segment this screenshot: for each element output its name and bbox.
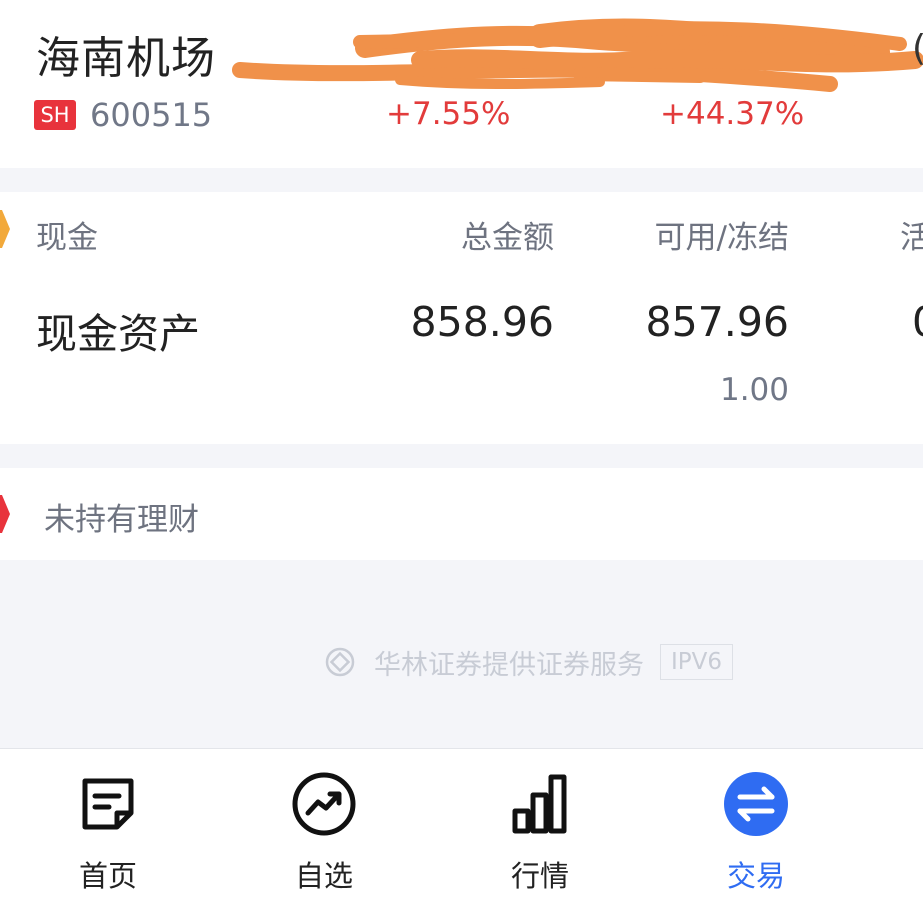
column-header-total: 总金额 xyxy=(461,220,554,256)
bar-chart-icon xyxy=(512,774,567,834)
cash-card: 现金 总金额 可用/冻结 活 现金资产 858.96 857.96 0 1.00 xyxy=(0,192,923,444)
document-icon xyxy=(82,778,134,830)
nav-market[interactable]: 行情 xyxy=(470,771,610,895)
total-return-percent: +44.37% xyxy=(660,96,805,132)
bottom-nav: 首页 自选 行情 交易 xyxy=(0,748,923,904)
cash-asset-label: 现金资产 xyxy=(36,310,200,358)
column-header-available: 可用/冻结 xyxy=(654,220,789,256)
nav-home[interactable]: 首页 xyxy=(38,771,178,895)
redaction-scribble xyxy=(232,18,923,92)
broker-logo-icon xyxy=(325,647,355,677)
swap-icon xyxy=(724,772,788,836)
nav-watchlist-label: 自选 xyxy=(294,859,353,893)
trend-icon xyxy=(292,772,356,836)
position-row[interactable]: 海南机场 SH 600515 +7.55% +44.37% ( xyxy=(0,0,923,168)
nav-watchlist[interactable]: 自选 xyxy=(254,771,394,895)
nav-trade[interactable]: 交易 xyxy=(686,771,826,895)
change-percent: +7.55% xyxy=(386,96,511,132)
nav-market-label: 行情 xyxy=(510,859,569,893)
nav-trade-label: 交易 xyxy=(726,859,785,893)
provider-footer: 华林证券提供证券服务 IPV6 xyxy=(324,644,734,681)
nav-home-label: 首页 xyxy=(78,859,137,893)
cash-section-title: 现金 xyxy=(36,220,98,256)
total-amount: 858.96 xyxy=(410,298,554,346)
extra-amount: 0 xyxy=(912,298,923,346)
column-header-extra: 活 xyxy=(900,220,923,256)
frozen-amount: 1.00 xyxy=(719,372,789,408)
stock-code: 600515 xyxy=(90,96,213,134)
market-badge: SH xyxy=(34,100,76,130)
hexagon-marker-icon xyxy=(0,210,10,248)
available-amount: 857.96 xyxy=(645,298,789,346)
wealth-status-label: 未持有理财 xyxy=(44,502,199,538)
hexagon-marker-icon xyxy=(0,495,10,533)
clipped-value: ( xyxy=(912,28,923,69)
provider-text: 华林证券提供证券服务 xyxy=(374,649,644,681)
wealth-card[interactable]: 未持有理财 xyxy=(0,468,923,560)
ipv6-badge: IPV6 xyxy=(660,644,734,680)
